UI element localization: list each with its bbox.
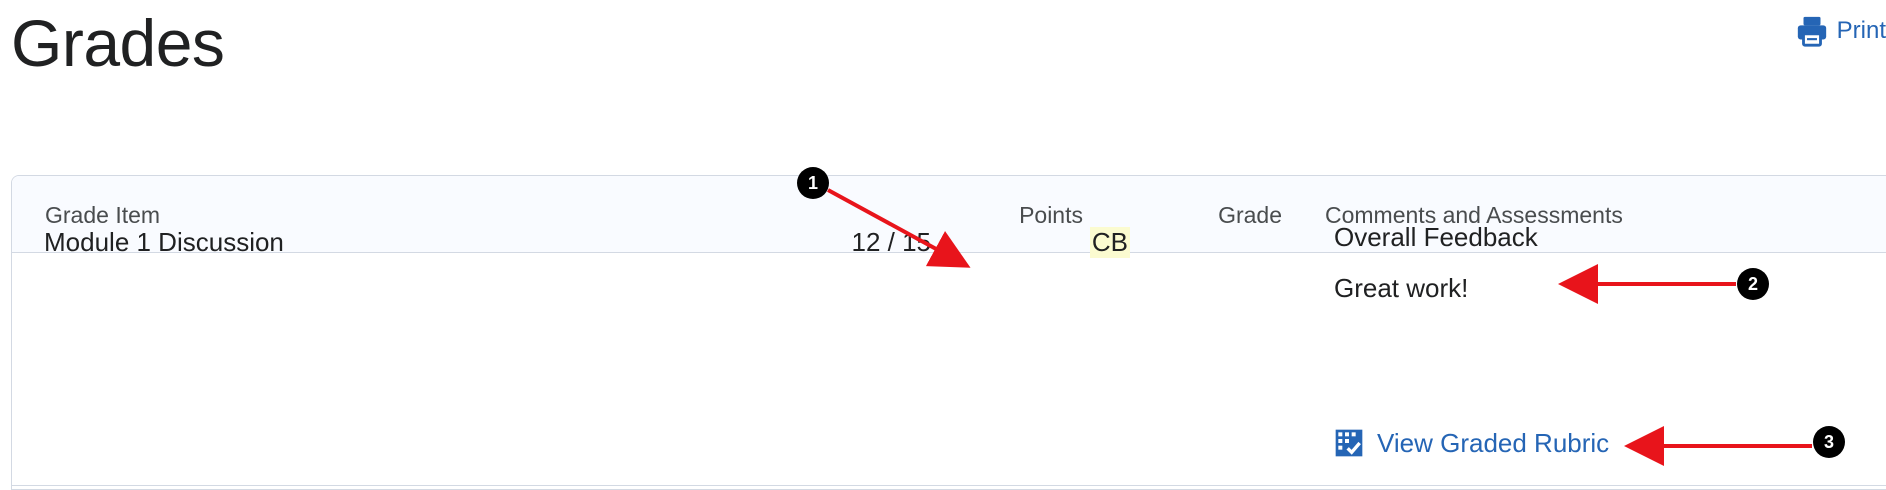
printer-icon: [1795, 14, 1829, 48]
table-header: Grade Item Points Grade Comments and Ass…: [12, 176, 1886, 253]
print-label: Print: [1836, 17, 1886, 44]
points-value: 12 / 15: [851, 227, 931, 257]
column-header-grade: Grade: [1218, 202, 1282, 228]
column-header-points: Points: [1019, 202, 1083, 228]
page-title: Grades: [11, 6, 225, 80]
column-header-grade-item: Grade Item: [45, 202, 161, 228]
grade-value: CB: [1089, 227, 1130, 258]
print-button[interactable]: Print: [1795, 14, 1886, 48]
grade-item-name: Module 1 Discussion: [44, 227, 284, 257]
view-graded-rubric-link[interactable]: View Graded Rubric: [1333, 427, 1609, 459]
rubric-link-label: View Graded Rubric: [1377, 427, 1610, 458]
feedback-text: Great work!: [1334, 273, 1469, 303]
rubric-icon: [1333, 427, 1365, 459]
overall-feedback-heading: Overall Feedback: [1334, 222, 1538, 252]
